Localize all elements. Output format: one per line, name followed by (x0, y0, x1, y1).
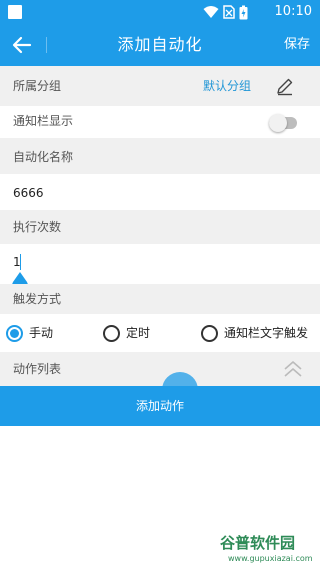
automation-name-label-row: 自动化名称 (0, 138, 320, 174)
watermark-brand: 谷普软件园 (220, 534, 296, 552)
notification-square-icon (8, 5, 22, 19)
notification-bar-row: 通知栏显示 (0, 106, 320, 138)
action-list-header: 动作列表 (0, 352, 320, 386)
radio-unselected-icon (201, 324, 218, 342)
automation-name-value: 6666 (13, 186, 44, 200)
notification-bar-label: 通知栏显示 (13, 114, 74, 128)
text-caret (20, 254, 21, 270)
trigger-label: 触发方式 (13, 292, 62, 306)
group-label: 所属分组 (13, 79, 62, 93)
edit-pencil-icon[interactable] (275, 76, 295, 96)
status-bar: 10:10 (0, 0, 320, 24)
toggle-knob (269, 114, 287, 132)
trigger-option-label: 手动 (29, 326, 54, 340)
run-count-label-row: 执行次数 (0, 210, 320, 244)
trigger-radio-group: 手动 定时 通知栏文字触发 (0, 314, 320, 352)
run-count-field[interactable]: 1 (0, 244, 320, 294)
automation-name-label: 自动化名称 (13, 150, 74, 164)
trigger-radio-notification-text[interactable]: 通知栏文字触发 (201, 323, 308, 343)
page-title: 添加自动化 (117, 35, 203, 54)
trigger-radio-manual[interactable]: 手动 (6, 323, 53, 343)
wifi-icon (203, 6, 219, 18)
double-chevron-up-icon[interactable] (282, 357, 304, 381)
trigger-option-label: 通知栏文字触发 (224, 326, 309, 340)
trigger-label-row: 触发方式 (0, 284, 320, 314)
status-icons (203, 4, 248, 20)
watermark-site: www.gupuxiazai.com (228, 554, 313, 563)
add-action-button[interactable]: 添加动作 (0, 386, 320, 426)
trigger-radio-timed[interactable]: 定时 (103, 323, 150, 343)
automation-name-field[interactable]: 6666 (0, 174, 320, 210)
radio-selected-icon (6, 324, 23, 342)
clock: 10:10 (274, 4, 312, 19)
app-bar: 添加自动化 保存 (0, 24, 320, 66)
save-button[interactable]: 保存 (284, 36, 310, 54)
group-row: 所属分组 默认分组 (0, 66, 320, 106)
site-watermark: 谷普软件园 www.gupuxiazai.com (220, 533, 316, 567)
notification-bar-toggle[interactable] (269, 114, 297, 132)
group-value-link[interactable]: 默认分组 (203, 78, 251, 94)
run-count-label: 执行次数 (13, 220, 62, 234)
trigger-option-label: 定时 (126, 326, 151, 340)
radio-unselected-icon (103, 324, 120, 342)
no-sim-icon (223, 5, 235, 19)
battery-charging-icon (239, 5, 248, 19)
action-list-label: 动作列表 (13, 362, 62, 376)
